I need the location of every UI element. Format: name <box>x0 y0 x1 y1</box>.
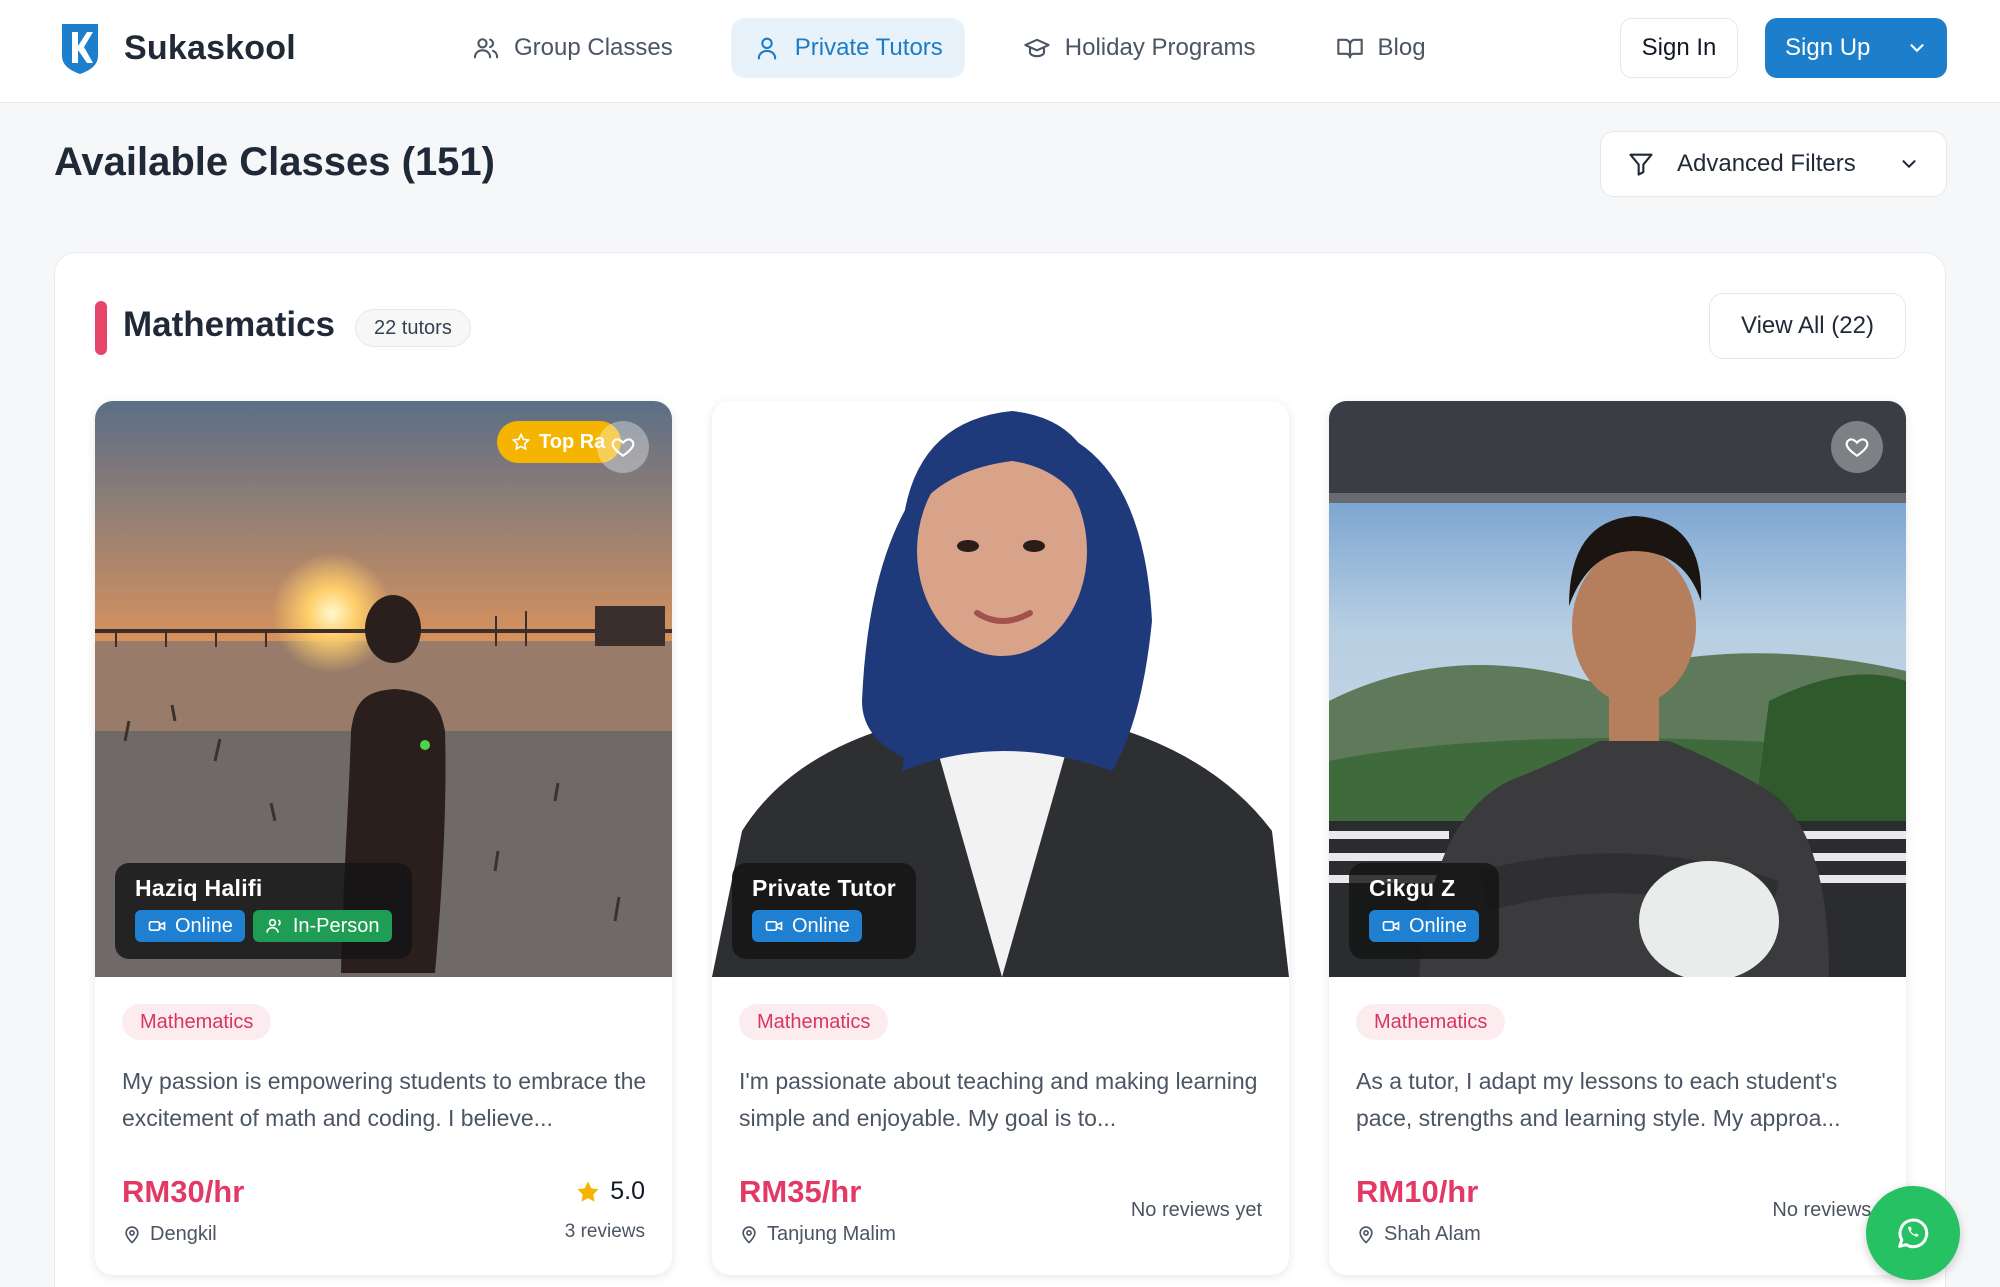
tutor-card[interactable]: Top Ra Haziq Halifi Online In-Person Mat… <box>95 401 672 1275</box>
subject-tag: Mathematics <box>1356 1004 1506 1040</box>
section-accent-bar <box>95 301 107 355</box>
brand[interactable]: Sukaskool <box>58 20 296 76</box>
mode-tags: Online <box>1369 910 1479 942</box>
subject-tag: Mathematics <box>739 1004 889 1040</box>
map-pin-icon <box>742 1225 756 1244</box>
nav-holiday-programs[interactable]: Holiday Programs <box>1001 18 1278 78</box>
online-tag: Online <box>752 910 862 942</box>
tutor-rating: 5.0 <box>574 1177 645 1206</box>
top-navbar: Sukaskool Group Classes Private Tutors H… <box>0 0 2000 103</box>
mode-tags: Online In-Person <box>135 910 392 942</box>
video-icon <box>148 921 166 931</box>
location-label: Tanjung Malim <box>767 1223 896 1245</box>
mode-label: In-Person <box>292 914 380 937</box>
tutor-bio: My passion is empowering students to emb… <box>122 1068 647 1131</box>
tutor-name-overlay: Haziq Halifi Online In-Person <box>115 863 412 959</box>
tutor-price: RM10/hr <box>1356 1174 1479 1209</box>
nav-group-classes[interactable]: Group Classes <box>450 18 695 78</box>
tutor-location: Dengkil <box>122 1223 217 1246</box>
nav-label: Holiday Programs <box>1064 34 1256 61</box>
nav-label: Blog <box>1377 34 1426 61</box>
brand-logo-icon <box>62 24 98 74</box>
sign-up-label: Sign Up <box>1785 34 1871 61</box>
chevron-down-icon <box>1902 160 1916 169</box>
main-nav: Group Classes Private Tutors Holiday Pro… <box>450 18 1448 78</box>
graduation-cap-icon <box>1024 38 1050 58</box>
heart-icon <box>611 438 635 457</box>
tutor-bio: I'm passionate about teaching and making… <box>739 1068 1258 1131</box>
view-all-button[interactable]: View All (22) <box>1709 293 1906 359</box>
mode-tags: Online <box>752 910 896 942</box>
tutor-location: Shah Alam <box>1356 1223 1481 1246</box>
book-open-icon <box>1336 38 1363 59</box>
chevron-down-icon <box>1910 44 1924 53</box>
heart-icon <box>1845 438 1869 457</box>
tutor-name: Cikgu Z <box>1369 875 1456 901</box>
tutor-name-overlay: Cikgu Z Online <box>1349 863 1499 959</box>
tutor-location: Tanjung Malim <box>739 1223 896 1246</box>
nav-private-tutors[interactable]: Private Tutors <box>730 18 965 78</box>
nav-blog[interactable]: Blog <box>1314 18 1448 78</box>
review-count: 3 reviews <box>564 1221 645 1242</box>
advanced-filters-button[interactable]: Advanced Filters <box>1600 131 1947 197</box>
mode-label: Online <box>175 914 233 937</box>
star-icon <box>577 1181 599 1202</box>
sign-in-button[interactable]: Sign In <box>1620 18 1738 78</box>
subject-section: Mathematics 22 tutors View All (22) Top … <box>54 252 1946 1287</box>
online-tag: Online <box>1369 910 1479 942</box>
location-label: Shah Alam <box>1384 1223 1481 1245</box>
video-icon <box>1382 921 1400 931</box>
tutor-price: RM30/hr <box>122 1174 245 1209</box>
page-title: Available Classes (151) <box>54 140 495 184</box>
in-person-tag: In-Person <box>252 910 392 942</box>
tutor-name: Private Tutor <box>752 875 897 901</box>
online-tag: Online <box>135 910 245 942</box>
favorite-button[interactable] <box>597 421 649 473</box>
tutor-card[interactable]: Cikgu Z Online Mathematics As a tutor, I… <box>1329 401 1906 1275</box>
user-icon <box>757 37 776 60</box>
star-outline-icon <box>511 432 531 451</box>
top-rated-label: Top Ra <box>539 430 606 453</box>
video-icon <box>765 921 783 931</box>
tutor-price: RM35/hr <box>739 1174 862 1209</box>
rating-value: 5.0 <box>610 1177 645 1205</box>
section-title: Mathematics <box>123 305 336 344</box>
users-icon <box>473 38 499 59</box>
users-icon <box>266 918 281 933</box>
nav-label: Group Classes <box>514 34 673 61</box>
nav-label: Private Tutors <box>794 34 943 61</box>
filter-icon <box>1629 153 1653 176</box>
advanced-filters-label: Advanced Filters <box>1677 150 1856 177</box>
tutor-card[interactable]: Private Tutor Online Mathematics I'm pas… <box>712 401 1289 1275</box>
map-pin-icon <box>1359 1225 1373 1244</box>
mode-label: Online <box>1409 914 1467 937</box>
mode-label: Online <box>792 914 850 937</box>
whatsapp-icon <box>1898 1218 1929 1249</box>
whatsapp-button[interactable] <box>1866 1186 1960 1280</box>
favorite-button[interactable] <box>1831 421 1883 473</box>
brand-name: Sukaskool <box>124 28 296 67</box>
tutor-bio: As a tutor, I adapt my lessons to each s… <box>1356 1068 1841 1131</box>
sign-up-button[interactable]: Sign Up <box>1765 18 1947 78</box>
tutor-count-badge: 22 tutors <box>355 309 471 347</box>
tutor-name-overlay: Private Tutor Online <box>732 863 917 959</box>
tutor-name: Haziq Halifi <box>135 875 263 901</box>
no-reviews-text: No reviews yet <box>1130 1199 1262 1221</box>
location-label: Dengkil <box>150 1223 217 1245</box>
subject-tag: Mathematics <box>122 1004 272 1040</box>
map-pin-icon <box>125 1225 139 1244</box>
